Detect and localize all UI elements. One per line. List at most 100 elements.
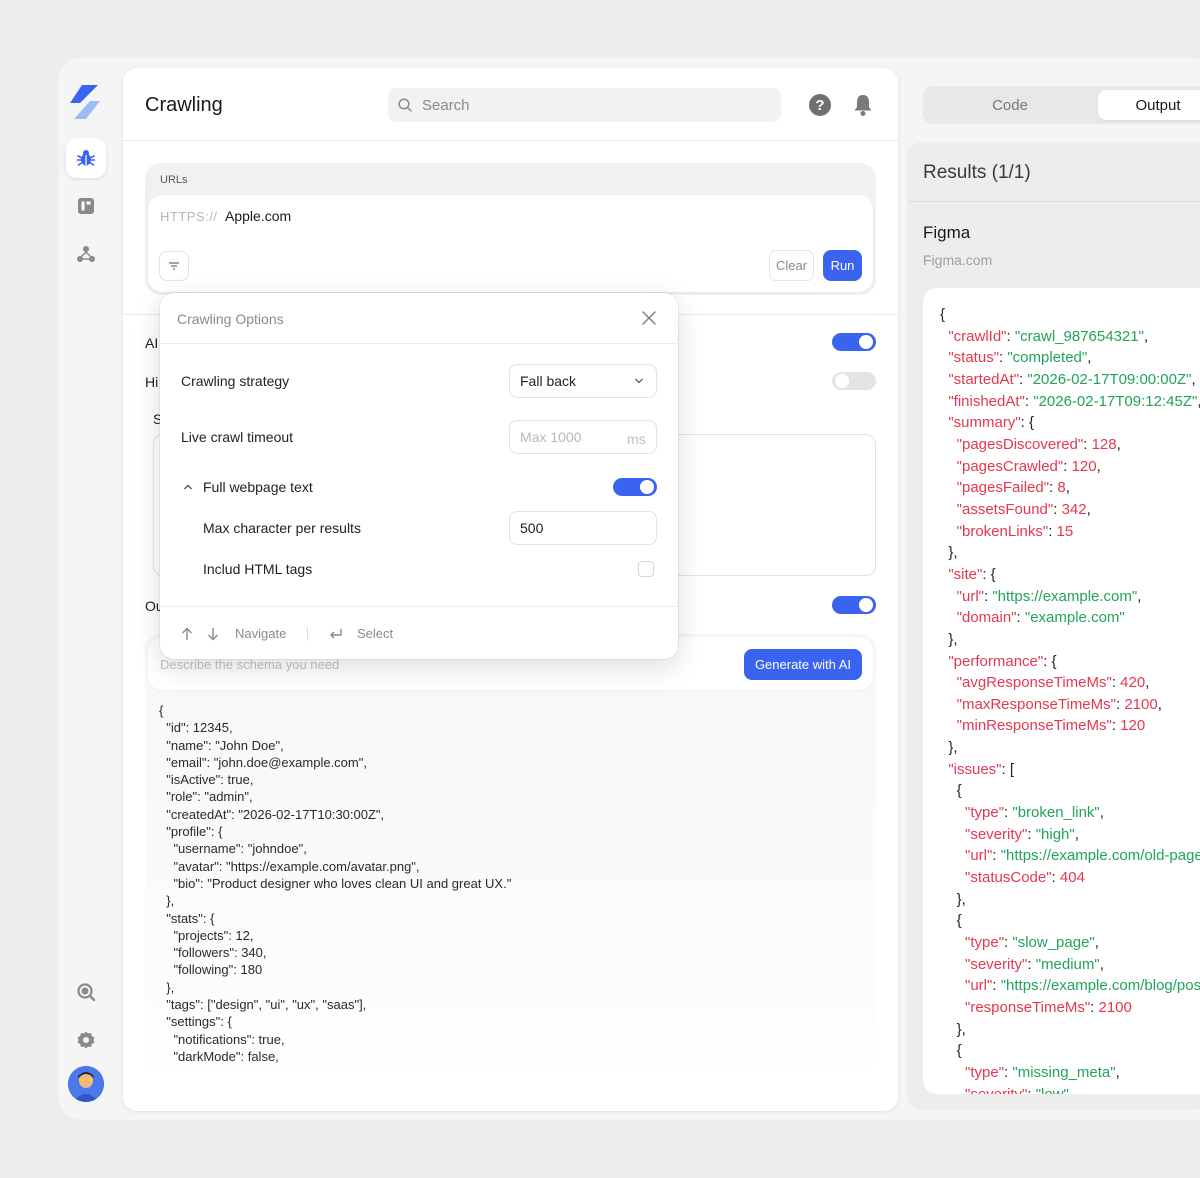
ai-option-toggle[interactable] [832,333,876,351]
json-line: "pagesFailed": 8, [956,479,1070,497]
tab-code[interactable]: Code [923,90,1097,120]
popover-title: Crawling Options [177,311,284,327]
user-avatar-image [68,1066,104,1102]
hint-select: Select [357,626,394,641]
result-site-url: Figma.com [923,252,993,268]
json-line: }, [948,739,958,757]
json-line: "assetsFound": 342, [956,500,1091,518]
results-divider [907,201,1200,202]
json-line: { [956,1042,962,1060]
sidebar-item-network[interactable] [66,234,106,274]
include-html-tags-checkbox[interactable] [638,561,654,577]
schema-card: Describe the schema you need Generate wi… [145,634,876,1078]
search-icon [398,98,412,112]
search-input[interactable] [422,96,742,114]
run-button[interactable]: Run [823,250,862,281]
popover-footer-divider [160,606,678,607]
json-line: "url": "https://example.com", [956,587,1142,605]
hint-navigate: Navigate [235,626,287,641]
json-line: "brokenLinks": 15 [956,522,1074,540]
url-input[interactable]: Apple.com [225,208,291,224]
json-line: "finishedAt": "2026-02-17T09:12:45Z", [948,392,1200,410]
view-tabs: Code Output [923,86,1200,124]
enter-icon [330,629,342,639]
json-line: { [956,782,962,800]
url-card: URLs HTTPS:// Apple.com Clear Run [145,163,876,295]
clear-button[interactable]: Clear [769,250,814,281]
help-icon[interactable]: ? [809,94,831,116]
results-panel: Results (1/1) Figma Figma.com { "crawlId… [907,142,1200,1110]
urls-label: URLs [160,174,188,186]
bell-icon[interactable] [852,93,874,117]
json-line: "crawlId": "crawl_987654321", [948,327,1149,345]
page-title: Crawling [145,94,223,116]
json-line: "status": "completed", [948,349,1092,367]
sidebar-item-search[interactable] [66,972,106,1012]
sidebar-item-crawling[interactable] [66,138,106,178]
search-icon [77,983,96,1002]
json-line: { [956,912,962,930]
arrow-down-key [203,624,223,644]
result-site-name: Figma [923,223,971,242]
filter-icon [169,262,179,270]
json-line: "pagesDiscovered": 128, [956,435,1121,453]
json-output-card: { "crawlId": "crawl_987654321", "status"… [923,288,1200,1094]
sidebar-item-dashboard[interactable] [66,186,106,226]
hi-option-toggle[interactable] [832,372,876,390]
json-line: "type": "missing_meta", [965,1063,1120,1081]
json-line: "domain": "example.com" [956,609,1125,627]
output-option-toggle[interactable] [832,596,876,614]
schema-code-block: { "id": 12345, "name": "John Doe", "emai… [159,703,512,1064]
logo-icon [70,85,100,119]
crawling-strategy-value: Fall back [520,373,577,389]
schema-input[interactable]: Describe the schema you need [160,657,339,672]
json-line: }, [956,1020,966,1038]
json-line: "severity": "high", [965,825,1079,843]
filter-button[interactable] [159,251,189,281]
json-line: }, [948,630,958,648]
max-character-label: Max character per results [203,520,361,536]
json-line: }, [948,544,958,562]
url-input-box[interactable]: HTTPS:// Apple.com Clear Run [148,195,873,292]
generate-with-ai-button[interactable]: Generate with AI [744,649,862,680]
json-line: "type": "broken_link", [965,804,1104,822]
chevron-up-icon[interactable] [183,483,193,491]
max-character-input[interactable] [509,511,657,545]
arrow-down-icon [208,628,218,641]
crawling-strategy-select[interactable]: Fall back [509,364,657,398]
json-line: "url": "https://example.com/blog/post", [965,977,1200,995]
close-icon[interactable] [641,310,657,326]
hint-separator [307,627,308,641]
url-protocol-prefix: HTTPS:// [160,209,218,224]
tab-output[interactable]: Output [1098,90,1200,120]
json-line: "startedAt": "2026-02-17T09:00:00Z", [948,370,1196,388]
json-line: "pagesCrawled": 120, [956,457,1101,475]
live-crawl-timeout-label: Live crawl timeout [181,429,294,445]
json-line: "severity": "low", [940,1084,1200,1094]
search-bar[interactable] [388,88,781,122]
full-webpage-text-toggle[interactable] [613,478,657,496]
json-line: "issues": [ [948,760,1015,778]
full-webpage-text-label: Full webpage text [203,479,313,495]
include-html-tags-label: Includ HTML tags [203,561,313,577]
crawling-strategy-label: Crawling strategy [181,373,290,389]
popover-divider [160,343,678,344]
bug-icon [76,150,96,166]
crawling-options-popover: Crawling Options Crawling strategy Fall … [160,293,678,659]
avatar[interactable] [68,1066,104,1102]
json-line: "type": "slow_page", [965,934,1099,952]
nodes-icon [77,246,95,262]
ai-option-label: AI [145,335,159,351]
arrow-up-icon [182,627,192,640]
sidebar-item-settings[interactable] [66,1020,106,1060]
json-line: "url": "https://example.com/old-page", [965,847,1200,865]
timeout-unit: ms [627,431,646,447]
header: Crawling ? [123,68,898,141]
chevron-down-icon [635,378,643,384]
results-title: Results (1/1) [923,162,1031,183]
json-line: "maxResponseTimeMs": 2100, [956,695,1162,713]
json-line: "responseTimeMs": 2100 [965,999,1132,1016]
json-line: { [940,306,946,323]
dashboard-icon [78,198,94,214]
json-line: "minResponseTimeMs": 120 [956,717,1146,735]
